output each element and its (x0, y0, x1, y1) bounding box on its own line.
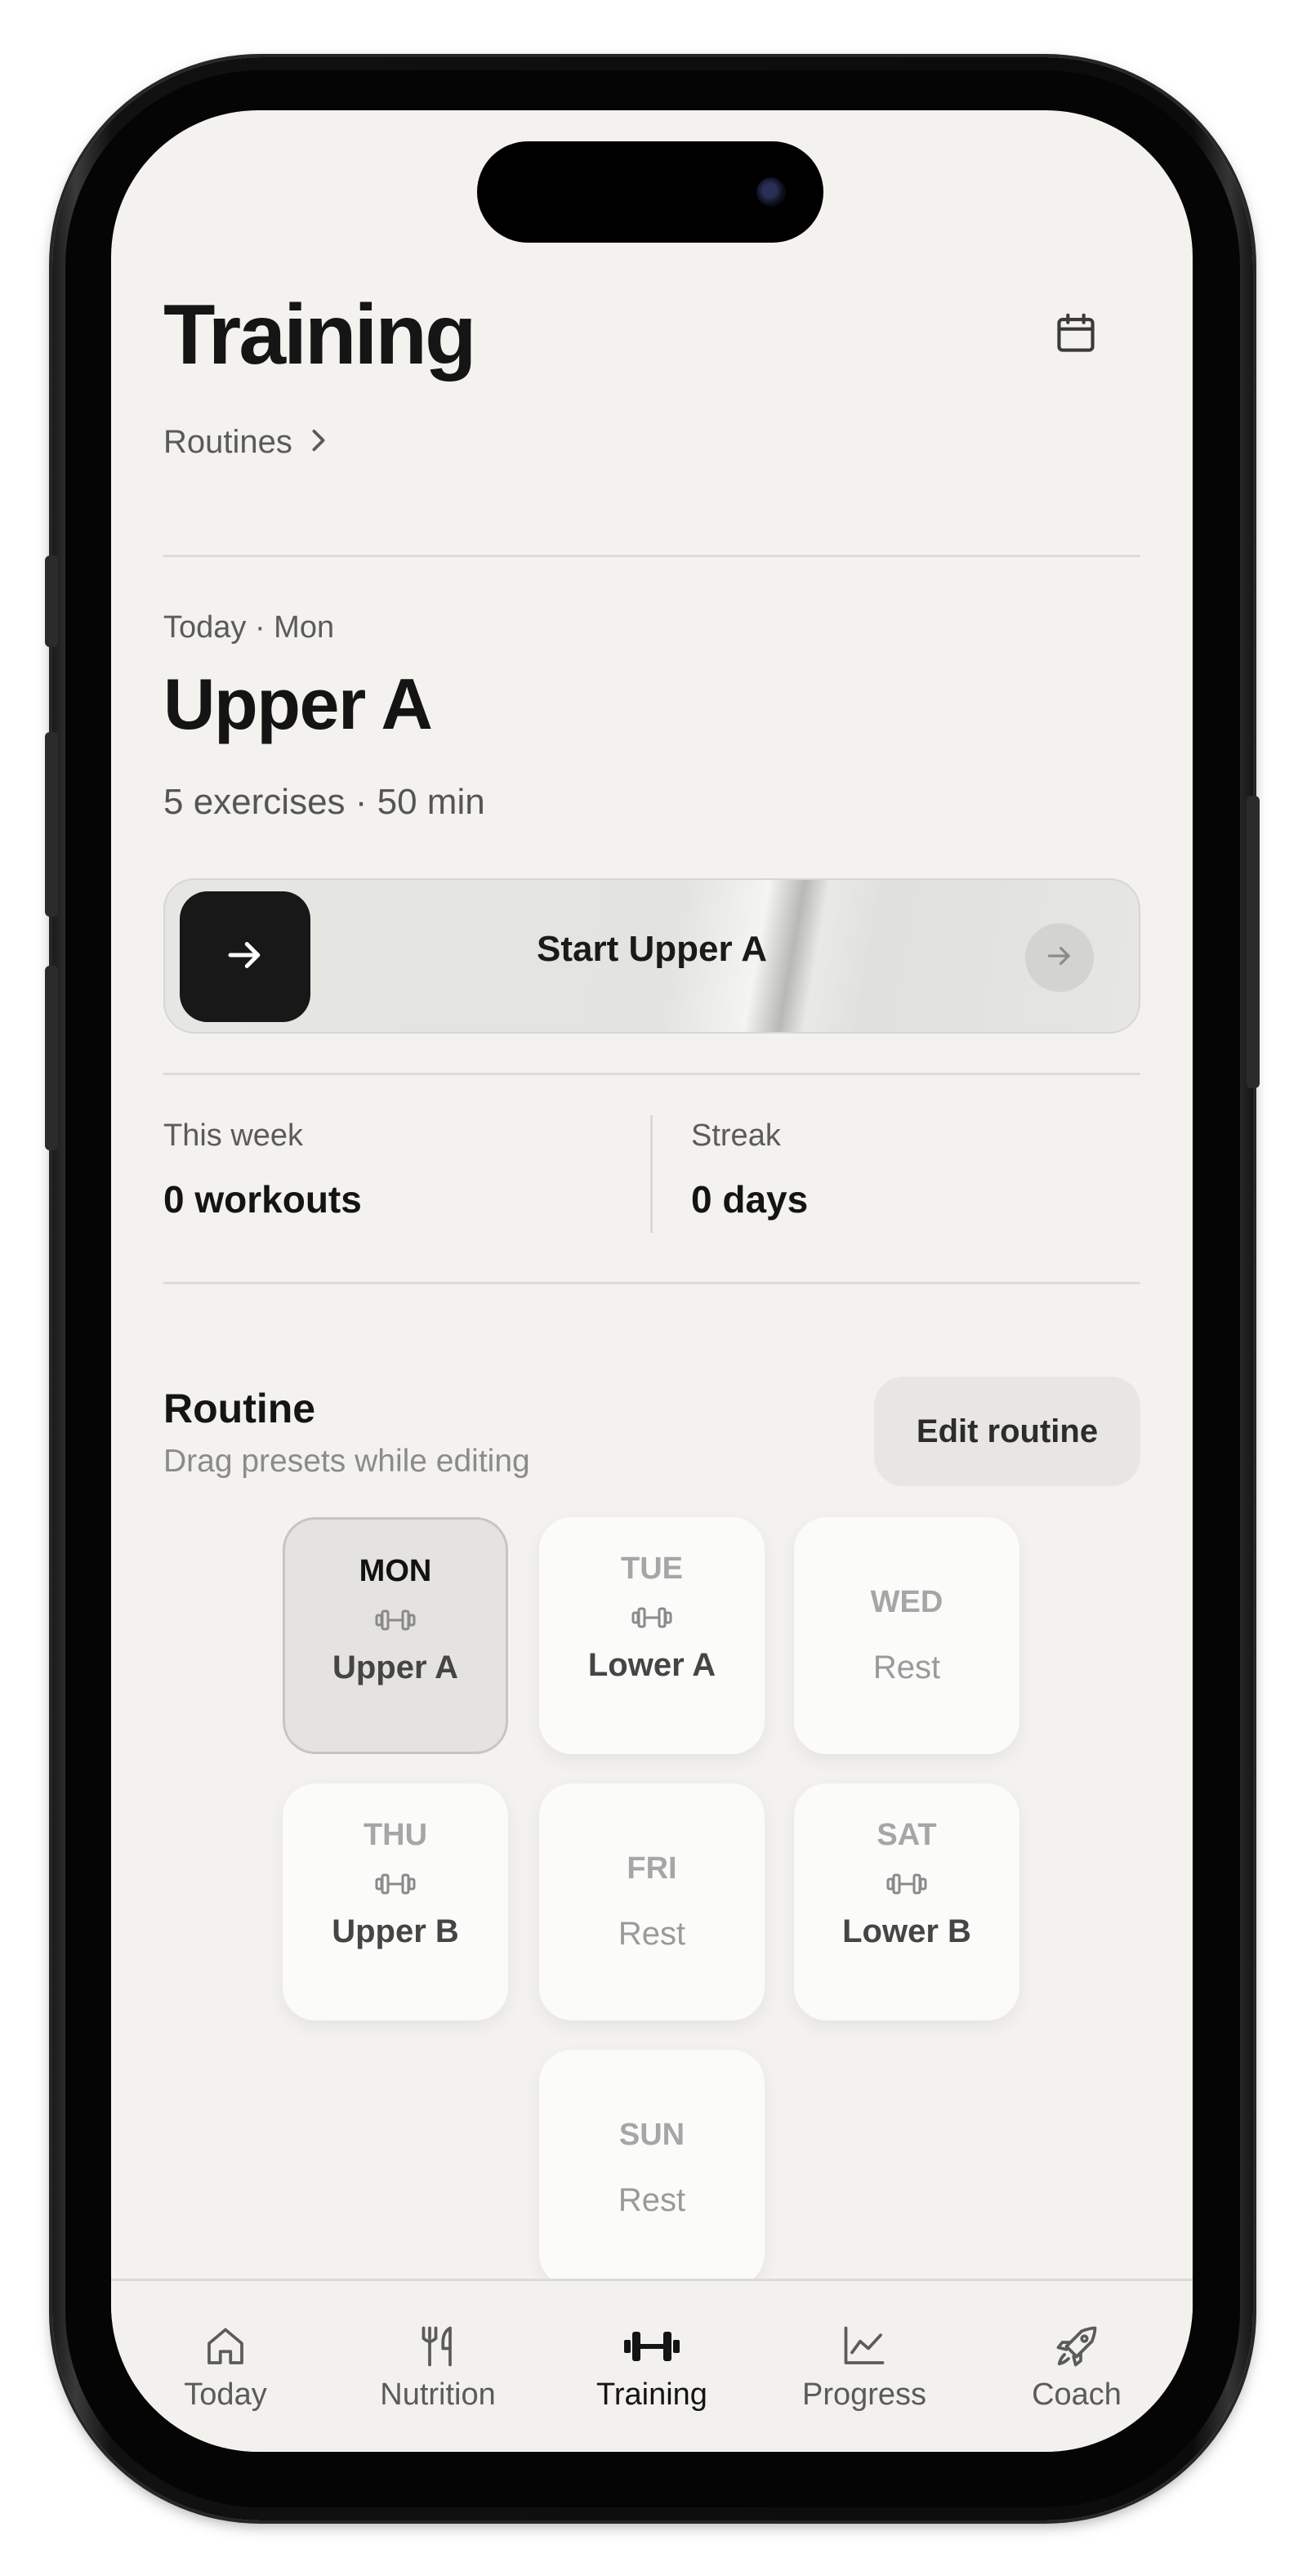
dumbbell-icon (375, 1868, 416, 1900)
dumbbell-icon (631, 1601, 672, 1634)
tab-label: Nutrition (380, 2377, 496, 2412)
edit-routine-button[interactable]: Edit routine (874, 1377, 1140, 1486)
dumbbell-icon (622, 2320, 681, 2373)
day-preset: Lower B (842, 1913, 971, 1949)
week-stat-label: This week (163, 1118, 304, 1153)
tab-coach[interactable]: Coach (987, 2320, 1166, 2413)
fork-knife-icon (413, 2320, 462, 2373)
home-icon (201, 2320, 250, 2373)
day-code: FRI (627, 1851, 677, 1886)
divider (163, 555, 1140, 557)
day-code: SUN (618, 2118, 685, 2152)
breadcrumb-label: Routines (163, 424, 292, 460)
volume-down-button (45, 966, 58, 1150)
day-card-wed[interactable]: WED Rest (794, 1517, 1019, 1754)
workout-title: Upper A (163, 663, 433, 744)
day-code: SAT (877, 1818, 937, 1852)
action-button (45, 556, 58, 647)
tab-training[interactable]: Training (562, 2320, 742, 2413)
day-preset: Lower A (587, 1647, 716, 1683)
screen: Training Routines Today · Mon Upper A 5 … (111, 110, 1193, 2452)
tab-today[interactable]: Today (136, 2320, 315, 2413)
tab-label: Training (596, 2377, 707, 2412)
week-stat-value: 0 workouts (163, 1178, 362, 1221)
day-code: TUE (621, 1551, 683, 1586)
slider-end-target (1025, 923, 1094, 992)
workout-meta: 5 exercises · 50 min (163, 782, 485, 822)
day-code: WED (870, 1585, 943, 1619)
day-preset: Rest (872, 1650, 941, 1685)
tab-nutrition[interactable]: Nutrition (348, 2320, 528, 2413)
day-card-mon[interactable]: MON Upper A (283, 1517, 508, 1754)
day-preset: Rest (618, 1916, 686, 1952)
tab-label: Progress (801, 2377, 927, 2412)
tab-progress[interactable]: Progress (774, 2320, 954, 2413)
tab-label: Today (184, 2377, 267, 2412)
day-card-sun[interactable]: SUN Rest (539, 2050, 765, 2287)
page-title: Training (163, 288, 476, 382)
stat-separator (650, 1115, 653, 1233)
day-preset: Rest (618, 2182, 686, 2218)
day-code: THU (363, 1818, 428, 1852)
streak-stat-label: Streak (691, 1118, 781, 1153)
divider (163, 1282, 1140, 1284)
chevron-right-icon (310, 424, 327, 461)
volume-up-button (45, 732, 58, 917)
arrow-right-icon (1044, 940, 1075, 975)
day-card-thu[interactable]: THU Upper B (283, 1784, 508, 2020)
tab-label: Coach (1032, 2377, 1122, 2412)
dynamic-island (477, 141, 823, 243)
start-workout-label: Start Upper A (537, 929, 767, 969)
breadcrumb-routines[interactable]: Routines (163, 424, 327, 461)
power-button (1247, 796, 1260, 1088)
streak-stat-value: 0 days (691, 1178, 809, 1221)
rocket-icon (1052, 2320, 1101, 2373)
routine-subtitle: Drag presets while editing (163, 1444, 530, 1479)
calendar-icon[interactable] (1052, 310, 1100, 357)
day-card-sat[interactable]: SAT Lower B (794, 1784, 1019, 2020)
day-code: MON (359, 1554, 432, 1588)
day-preset: Upper B (332, 1913, 459, 1949)
chart-icon (839, 2320, 890, 2373)
divider (163, 1073, 1140, 1075)
day-preset: Upper A (332, 1650, 459, 1685)
start-workout-slider[interactable]: Start Upper A (163, 878, 1140, 1034)
camera-lens (756, 177, 786, 207)
tab-bar: Today Nutrition Training Progress Coach (111, 2279, 1193, 2452)
day-card-fri[interactable]: FRI Rest (539, 1784, 765, 2020)
routine-title: Routine (163, 1386, 316, 1431)
today-label: Today · Mon (163, 610, 335, 645)
dumbbell-icon (886, 1868, 927, 1900)
day-card-tue[interactable]: TUE Lower A (539, 1517, 765, 1754)
dumbbell-icon (375, 1604, 416, 1636)
